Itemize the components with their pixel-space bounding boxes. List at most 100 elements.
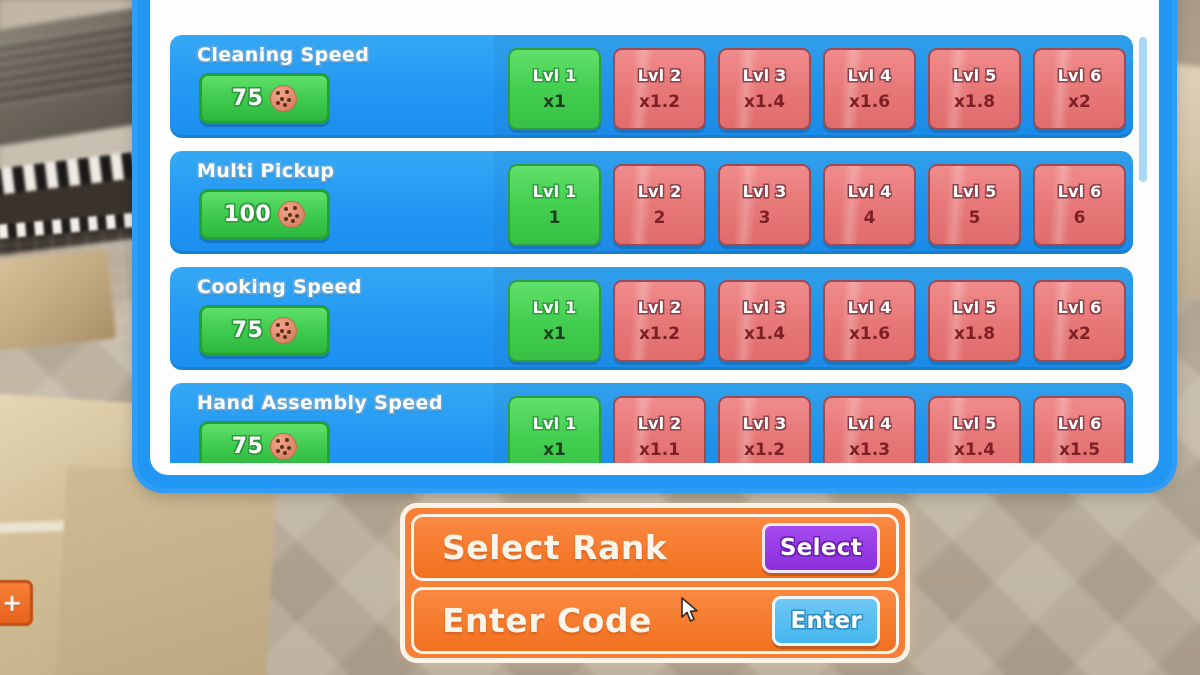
- level-button[interactable]: Lvl 6 6: [1033, 164, 1126, 246]
- upgrade-row[interactable]: Cooking Speed 75 Lvl 1 x1 Lvl 2 x1.2 Lvl 3 x1.4…: [170, 267, 1133, 370]
- level-button[interactable]: Lvl 3 x1.2: [718, 396, 811, 463]
- scrollbar-thumb[interactable]: [1139, 37, 1147, 182]
- add-button[interactable]: +: [0, 580, 33, 626]
- level-label: Lvl 4: [847, 66, 892, 85]
- level-label: Lvl 2: [637, 414, 682, 433]
- level-label: Lvl 4: [847, 182, 892, 201]
- price-value: 100: [223, 202, 272, 227]
- level-label: Lvl 1: [532, 66, 577, 85]
- level-button[interactable]: Lvl 5 x1.4: [928, 396, 1021, 463]
- level-label: Lvl 6: [1057, 414, 1102, 433]
- level-buttons: Lvl 1 x1 Lvl 2 x1.1 Lvl 3 x1.2 Lvl 4 x1.3 Lvl 5 x…: [508, 396, 1126, 463]
- level-label: Lvl 6: [1057, 66, 1102, 85]
- level-label: Lvl 2: [637, 298, 682, 317]
- level-value: x1.4: [743, 324, 786, 344]
- small-box-prop: [0, 248, 117, 352]
- upgrade-row[interactable]: Multi Pickup 100 Lvl 1 1 Lvl 2 2 Lvl 3 3 Lvl 44L…: [170, 151, 1133, 254]
- upgrades-panel-inner: Cleaning Speed 75 Lvl 1 x1 Lvl 2 x1.2 Lvl 3 x1.…: [150, 0, 1159, 475]
- enter-code-label: Enter Code: [442, 601, 652, 640]
- price-value: 75: [231, 318, 264, 343]
- level-label: Lvl 1: [532, 414, 577, 433]
- level-value: 3: [758, 208, 771, 228]
- select-rank-label: Select Rank: [442, 528, 668, 567]
- game-screen: + Cleaning Speed 75 Lvl 1 x1 Lvl 2 x1.2 Lvl 3 x…: [0, 0, 1200, 675]
- level-value: x1.2: [743, 440, 786, 460]
- level-label: Lvl 5: [952, 414, 997, 433]
- level-label: Lvl 3: [742, 414, 787, 433]
- cookie-icon: [270, 85, 298, 112]
- level-button[interactable]: Lvl 6 x2: [1033, 280, 1126, 362]
- cookie-icon: [278, 201, 306, 228]
- level-label: Lvl 3: [742, 66, 787, 85]
- level-value: x1.1: [638, 440, 681, 460]
- level-button[interactable]: Lvl 3 x1.4: [718, 280, 811, 362]
- level-button[interactable]: Lvl 4 4: [823, 164, 916, 246]
- level-label: Lvl 6: [1057, 298, 1102, 317]
- level-buttons: Lvl 1 1 Lvl 2 2 Lvl 3 3 Lvl 4 4 Lvl 5 5 Lvl 6 6: [508, 164, 1126, 246]
- level-button[interactable]: Lvl 4 x1.3: [823, 396, 916, 463]
- upgrade-title: Hand Assembly Speed: [197, 392, 443, 414]
- level-value: x1: [543, 324, 566, 344]
- price-badge[interactable]: 75: [199, 421, 330, 463]
- level-label: Lvl 1: [532, 182, 577, 201]
- enter-button[interactable]: Enter: [772, 595, 880, 646]
- level-button[interactable]: Lvl 3 3: [718, 164, 811, 246]
- cookie-icon: [270, 317, 298, 344]
- level-label: Lvl 1: [532, 298, 577, 317]
- level-label: Lvl 4: [847, 414, 892, 433]
- select-button[interactable]: Select: [761, 522, 880, 573]
- price-value: 75: [231, 86, 264, 111]
- level-label: Lvl 4: [847, 298, 892, 317]
- level-button[interactable]: Lvl 1 1: [508, 164, 601, 246]
- level-label: Lvl 3: [742, 298, 787, 317]
- level-button[interactable]: Lvl 3 x1.4: [718, 48, 811, 130]
- select-rank-row[interactable]: Select Rank Select: [411, 514, 899, 581]
- enter-code-row[interactable]: Enter Code Enter: [411, 587, 899, 654]
- level-button[interactable]: Lvl 4 x1.6: [823, 280, 916, 362]
- level-button[interactable]: Lvl 1 x1: [508, 280, 601, 362]
- price-badge[interactable]: 75: [199, 305, 330, 356]
- level-value: x1.6: [848, 92, 891, 112]
- price-badge[interactable]: 75: [199, 73, 330, 124]
- level-button[interactable]: Lvl 4 x1.6: [823, 48, 916, 130]
- level-button[interactable]: Lvl 2 x1.2: [613, 48, 706, 130]
- level-value: 1: [548, 208, 561, 228]
- level-button[interactable]: Lvl 5 x1.8: [928, 48, 1021, 130]
- level-button[interactable]: Lvl 5 5: [928, 164, 1021, 246]
- scrollbar-track[interactable]: [1139, 37, 1147, 422]
- level-value: x1.5: [1058, 440, 1101, 460]
- price-value: 75: [231, 434, 264, 459]
- level-label: Lvl 2: [637, 182, 682, 201]
- level-button[interactable]: Lvl 2 2: [613, 164, 706, 246]
- level-label: Lvl 5: [952, 298, 997, 317]
- level-value: x2: [1068, 324, 1091, 344]
- level-button[interactable]: Lvl 2 x1.1: [613, 396, 706, 463]
- level-value: 2: [653, 208, 666, 228]
- level-label: Lvl 6: [1057, 182, 1102, 201]
- upgrade-row[interactable]: Hand Assembly Speed 75 Lvl 1 x1 Lvl 2 x1.1 Lvl…: [170, 383, 1133, 463]
- cookie-icon: [270, 433, 298, 460]
- level-value: 6: [1073, 208, 1086, 228]
- level-button[interactable]: Lvl 5 x1.8: [928, 280, 1021, 362]
- level-buttons: Lvl 1 x1 Lvl 2 x1.2 Lvl 3 x1.4 Lvl 4 x1.6 Lvl 5 x…: [508, 280, 1126, 362]
- upgrade-rows-list[interactable]: Cleaning Speed 75 Lvl 1 x1 Lvl 2 x1.2 Lvl 3 x1.…: [170, 0, 1133, 463]
- level-button[interactable]: Lvl 1 x1: [508, 48, 601, 130]
- upgrades-panel: Cleaning Speed 75 Lvl 1 x1 Lvl 2 x1.2 Lvl 3 x1.…: [137, 0, 1172, 488]
- level-button[interactable]: Lvl 1 x1: [508, 396, 601, 463]
- level-label: Lvl 2: [637, 66, 682, 85]
- level-value: x1.6: [848, 324, 891, 344]
- level-value: x1.4: [953, 440, 996, 460]
- upgrade-title: Cooking Speed: [197, 276, 362, 298]
- level-value: 5: [968, 208, 981, 228]
- level-button[interactable]: Lvl 6 x1.5: [1033, 396, 1126, 463]
- upgrade-row[interactable]: Cleaning Speed 75 Lvl 1 x1 Lvl 2 x1.2 Lvl 3 x1.…: [170, 35, 1133, 138]
- level-button[interactable]: Lvl 2 x1.2: [613, 280, 706, 362]
- action-panel: Select Rank Select Enter Code Enter: [400, 503, 910, 663]
- level-label: Lvl 3: [742, 182, 787, 201]
- price-badge[interactable]: 100: [199, 189, 330, 240]
- level-value: x1.4: [743, 92, 786, 112]
- upgrade-title: Multi Pickup: [197, 160, 335, 182]
- level-button[interactable]: Lvl 6 x2: [1033, 48, 1126, 130]
- level-value: x1.2: [638, 92, 681, 112]
- level-value: x1.8: [953, 324, 996, 344]
